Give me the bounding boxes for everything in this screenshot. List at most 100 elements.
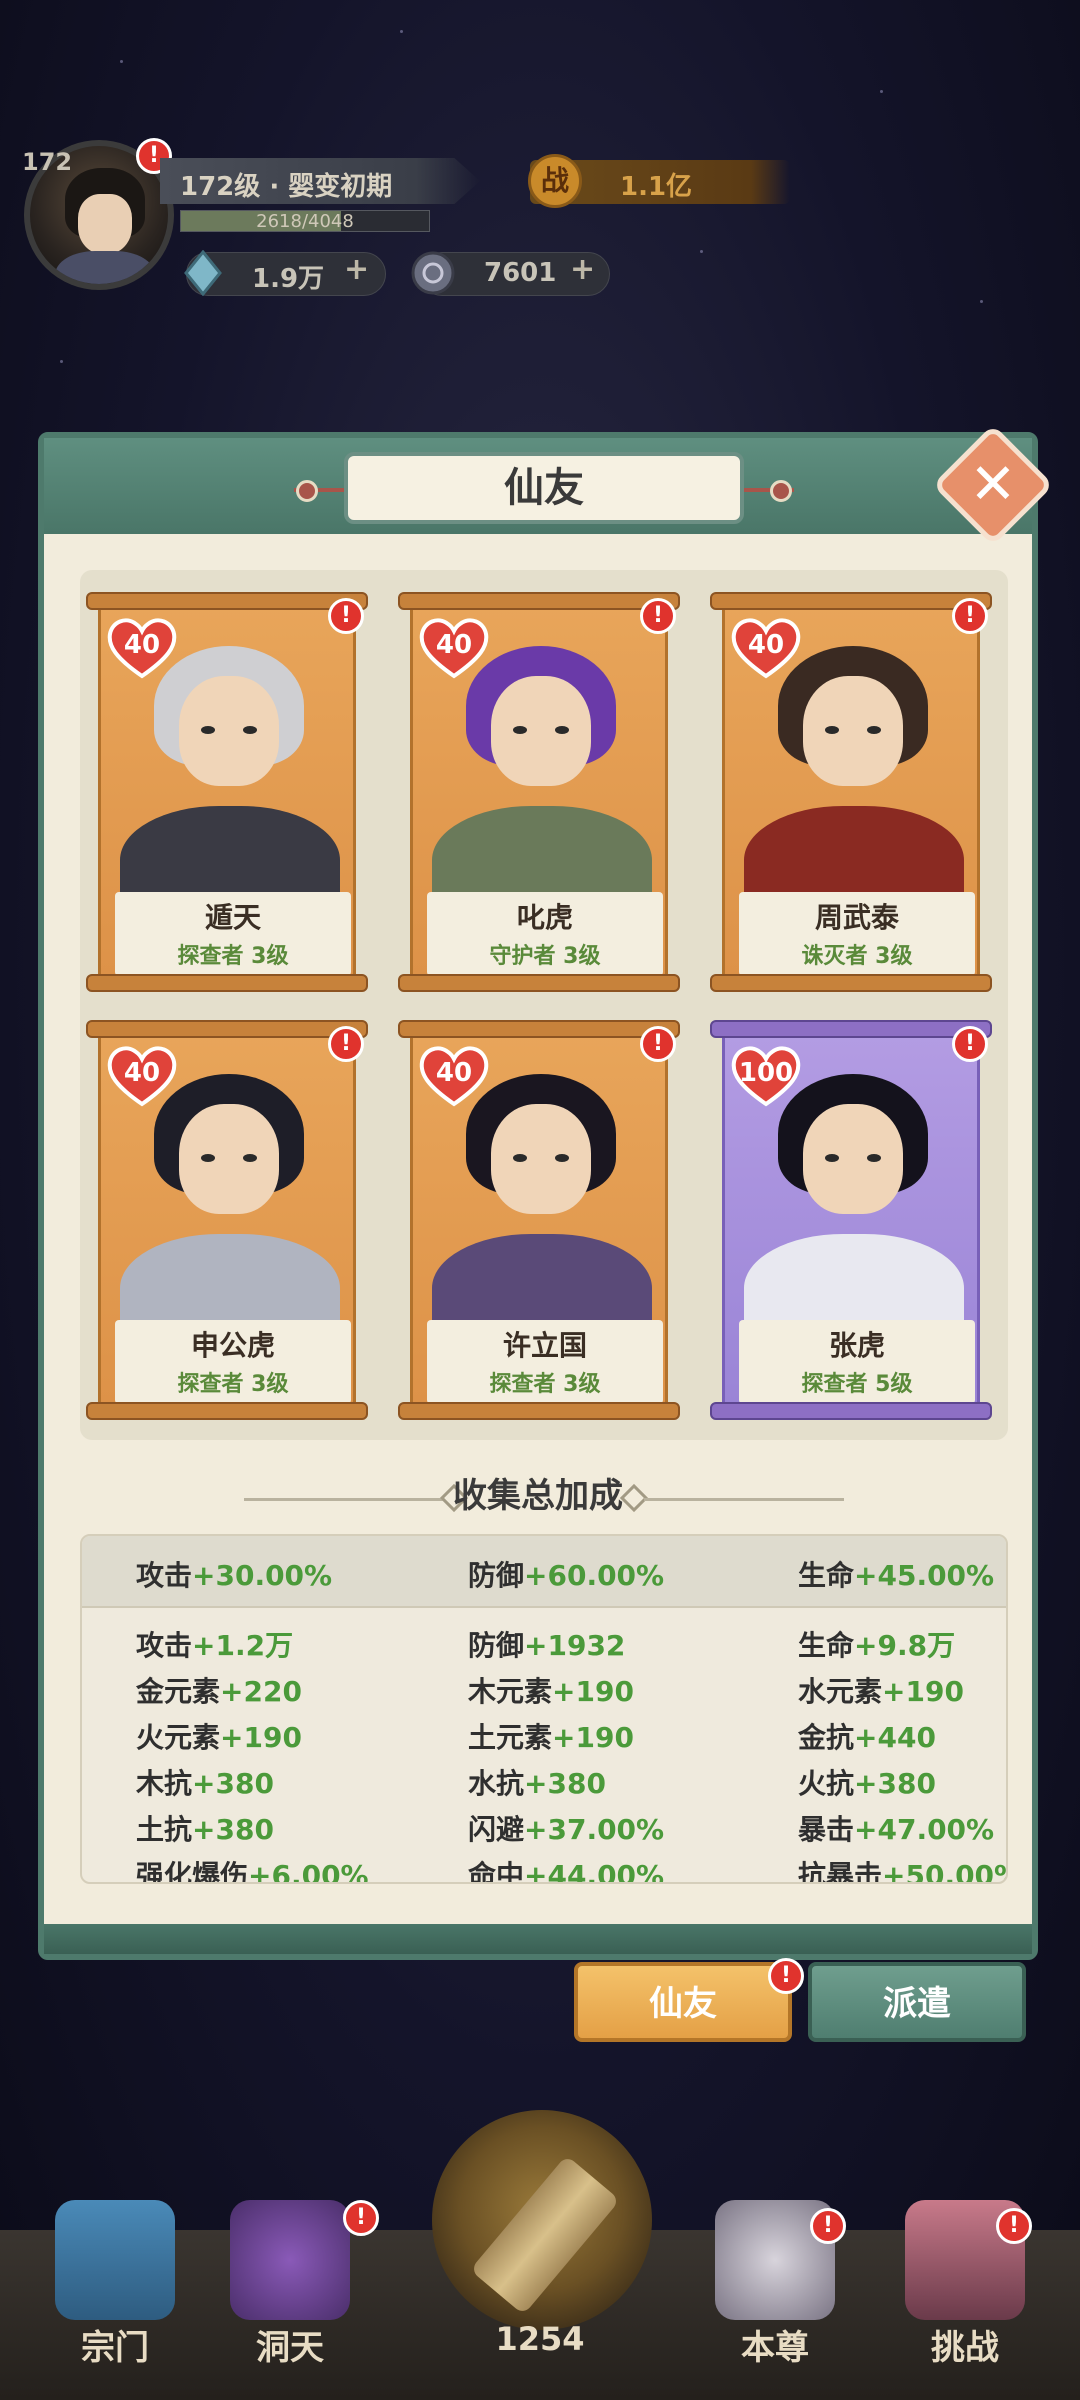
bonus-stat: 金元素+220 [136, 1670, 302, 1710]
center-count: 1254 [495, 2320, 585, 2358]
stat-value: +60.00% [524, 1559, 665, 1592]
tab-companions[interactable]: 仙友 [574, 1962, 792, 2042]
modal-footer [44, 1924, 1032, 1954]
companion-card[interactable]: 许立国 探查者 3级 40! [398, 1020, 680, 1420]
affinity-value: 40 [123, 630, 161, 660]
scroll-rod-bottom [398, 1402, 680, 1420]
stat-value: +190 [220, 1721, 302, 1754]
affinity-value: 40 [435, 1058, 473, 1088]
stat-name: 闪避 [468, 1813, 525, 1846]
bonus-stat: 火抗+380 [798, 1762, 936, 1802]
nav-self-label: 本尊 [741, 2328, 809, 2368]
level-title: 172级 · 婴变初期 [180, 172, 393, 202]
stat-value: +47.00% [854, 1813, 995, 1846]
collection-bonus-title: 收集总加成 [453, 1476, 623, 1516]
stat-name: 防御 [468, 1559, 525, 1592]
add-diamond-button[interactable]: + [344, 252, 369, 287]
stat-name: 攻击 [136, 1559, 193, 1592]
scroll-rod-top [398, 1020, 680, 1038]
name-box: 申公虎探查者 3级 [115, 1320, 351, 1404]
stat-name: 攻击 [136, 1629, 193, 1662]
diamond-icon [184, 250, 222, 296]
companion-role: 诛灭者 3级 [801, 944, 913, 969]
stat-name: 生命 [798, 1629, 855, 1662]
notification-dot-icon: ! [328, 598, 364, 634]
portrait-face [491, 676, 591, 786]
stat-value: +44.00% [524, 1859, 665, 1884]
companion-role: 守护者 3级 [489, 944, 601, 969]
stat-value: +9.8万 [854, 1629, 956, 1662]
stat-value: +190 [882, 1675, 964, 1708]
stat-name: 防御 [468, 1629, 525, 1662]
nav-cave-label: 洞天 [256, 2328, 324, 2368]
nav-sect[interactable]: 宗门 [30, 2190, 200, 2390]
nav-challenge[interactable]: 挑战 ! [880, 2190, 1050, 2390]
bonus-stat: 木抗+380 [136, 1762, 274, 1802]
stat-name: 木元素 [468, 1675, 553, 1708]
companion-card[interactable]: 张虎 探查者 5级 100! [710, 1020, 992, 1420]
tab-dispatch[interactable]: 派遣 [808, 1962, 1026, 2042]
stat-value: +220 [220, 1675, 302, 1708]
companion-card[interactable]: 遁天 探查者 3级 40! [86, 592, 368, 992]
add-coin-button[interactable]: + [570, 252, 595, 287]
companion-card[interactable]: 叱虎 守护者 3级 40! [398, 592, 680, 992]
temple-icon [55, 2200, 175, 2320]
notification-dot-icon: ! [952, 1026, 988, 1062]
bonus-stat: 抗暴击+50.00% [798, 1854, 1006, 1884]
companion-name: 申公虎 [190, 1329, 275, 1362]
stat-value: +1.2万 [192, 1629, 294, 1662]
stat-name: 水元素 [798, 1675, 883, 1708]
companion-name: 张虎 [828, 1329, 885, 1362]
companion-name: 许立国 [502, 1329, 587, 1362]
coin-icon [411, 251, 455, 295]
notification-dot-icon: ! [328, 1026, 364, 1062]
close-icon[interactable]: ✕ [950, 442, 1036, 528]
name-box: 许立国 探查者 3级 [427, 1320, 663, 1404]
companion-card[interactable]: 申公虎 探查者 3级 40! [86, 1020, 368, 1420]
stat-name: 火元素 [136, 1721, 221, 1754]
bonus-stat: 攻击+1.2万 [136, 1624, 293, 1664]
nav-self[interactable]: 本尊 ! [690, 2190, 860, 2390]
scroll-rod-bottom [710, 1402, 992, 1420]
affinity-value: 100 [738, 1058, 794, 1088]
companion-role: 探查者 3级 [177, 1372, 289, 1397]
stat-name: 水抗 [468, 1767, 525, 1800]
bonus-stat: 生命+9.8万 [798, 1624, 955, 1664]
stat-value: +190 [552, 1675, 634, 1708]
bonus-stat: 金抗+440 [798, 1716, 936, 1756]
stat-name: 抗暴击 [798, 1859, 883, 1884]
portrait-face [179, 676, 279, 786]
stat-name: 暴击 [798, 1813, 855, 1846]
battle-power-value: 1.1亿 [620, 172, 693, 202]
stat-name: 火抗 [798, 1767, 855, 1800]
nav-cave[interactable]: 洞天 ! [205, 2190, 379, 2390]
player-avatar[interactable]: 172 ! [22, 138, 174, 290]
bonus-stat: 防御+60.00% [468, 1554, 664, 1594]
scroll-rod-bottom [710, 974, 992, 992]
stat-value: +190 [552, 1721, 634, 1754]
battle-power-icon: 战 [528, 154, 582, 208]
stat-value: +440 [854, 1721, 936, 1754]
notification-dot-icon: ! [810, 2208, 846, 2244]
notification-dot-icon: ! [640, 1026, 676, 1062]
name-box: 张虎 探查者 5级 [739, 1320, 975, 1404]
bonus-stat: 水抗+380 [468, 1762, 606, 1802]
companion-grid: 遁天 探查者 3级 40! 叱虎 守护者 3级 40! 周武泰 诛灭者 3级 40! 申公虎 探查者… [80, 570, 1008, 1440]
companion-card[interactable]: 周武泰 诛灭者 3级 40! [710, 592, 992, 992]
stat-name: 木抗 [136, 1767, 193, 1800]
notification-dot-icon: ! [343, 2200, 379, 2236]
stat-value: +37.00% [524, 1813, 665, 1846]
level-badge: 172 [22, 148, 73, 176]
stat-value: +380 [854, 1767, 936, 1800]
nav-challenge-label: 挑战 [931, 2328, 999, 2368]
portrait-face [803, 676, 903, 786]
bonus-stat: 攻击+30.00% [136, 1554, 332, 1594]
bonus-stats-panel[interactable]: 攻击+30.00% 防御+60.00% 生命+45.00% 攻击+1.2万 防御+193… [80, 1534, 1008, 1884]
stat-name: 金元素 [136, 1675, 221, 1708]
affinity-value: 40 [747, 630, 785, 660]
notification-dot-icon: ! [640, 598, 676, 634]
companion-name: 叱虎 [516, 901, 573, 934]
stat-value: +380 [192, 1767, 274, 1800]
scroll-rod-top [710, 1020, 992, 1038]
stat-name: 金抗 [798, 1721, 855, 1754]
